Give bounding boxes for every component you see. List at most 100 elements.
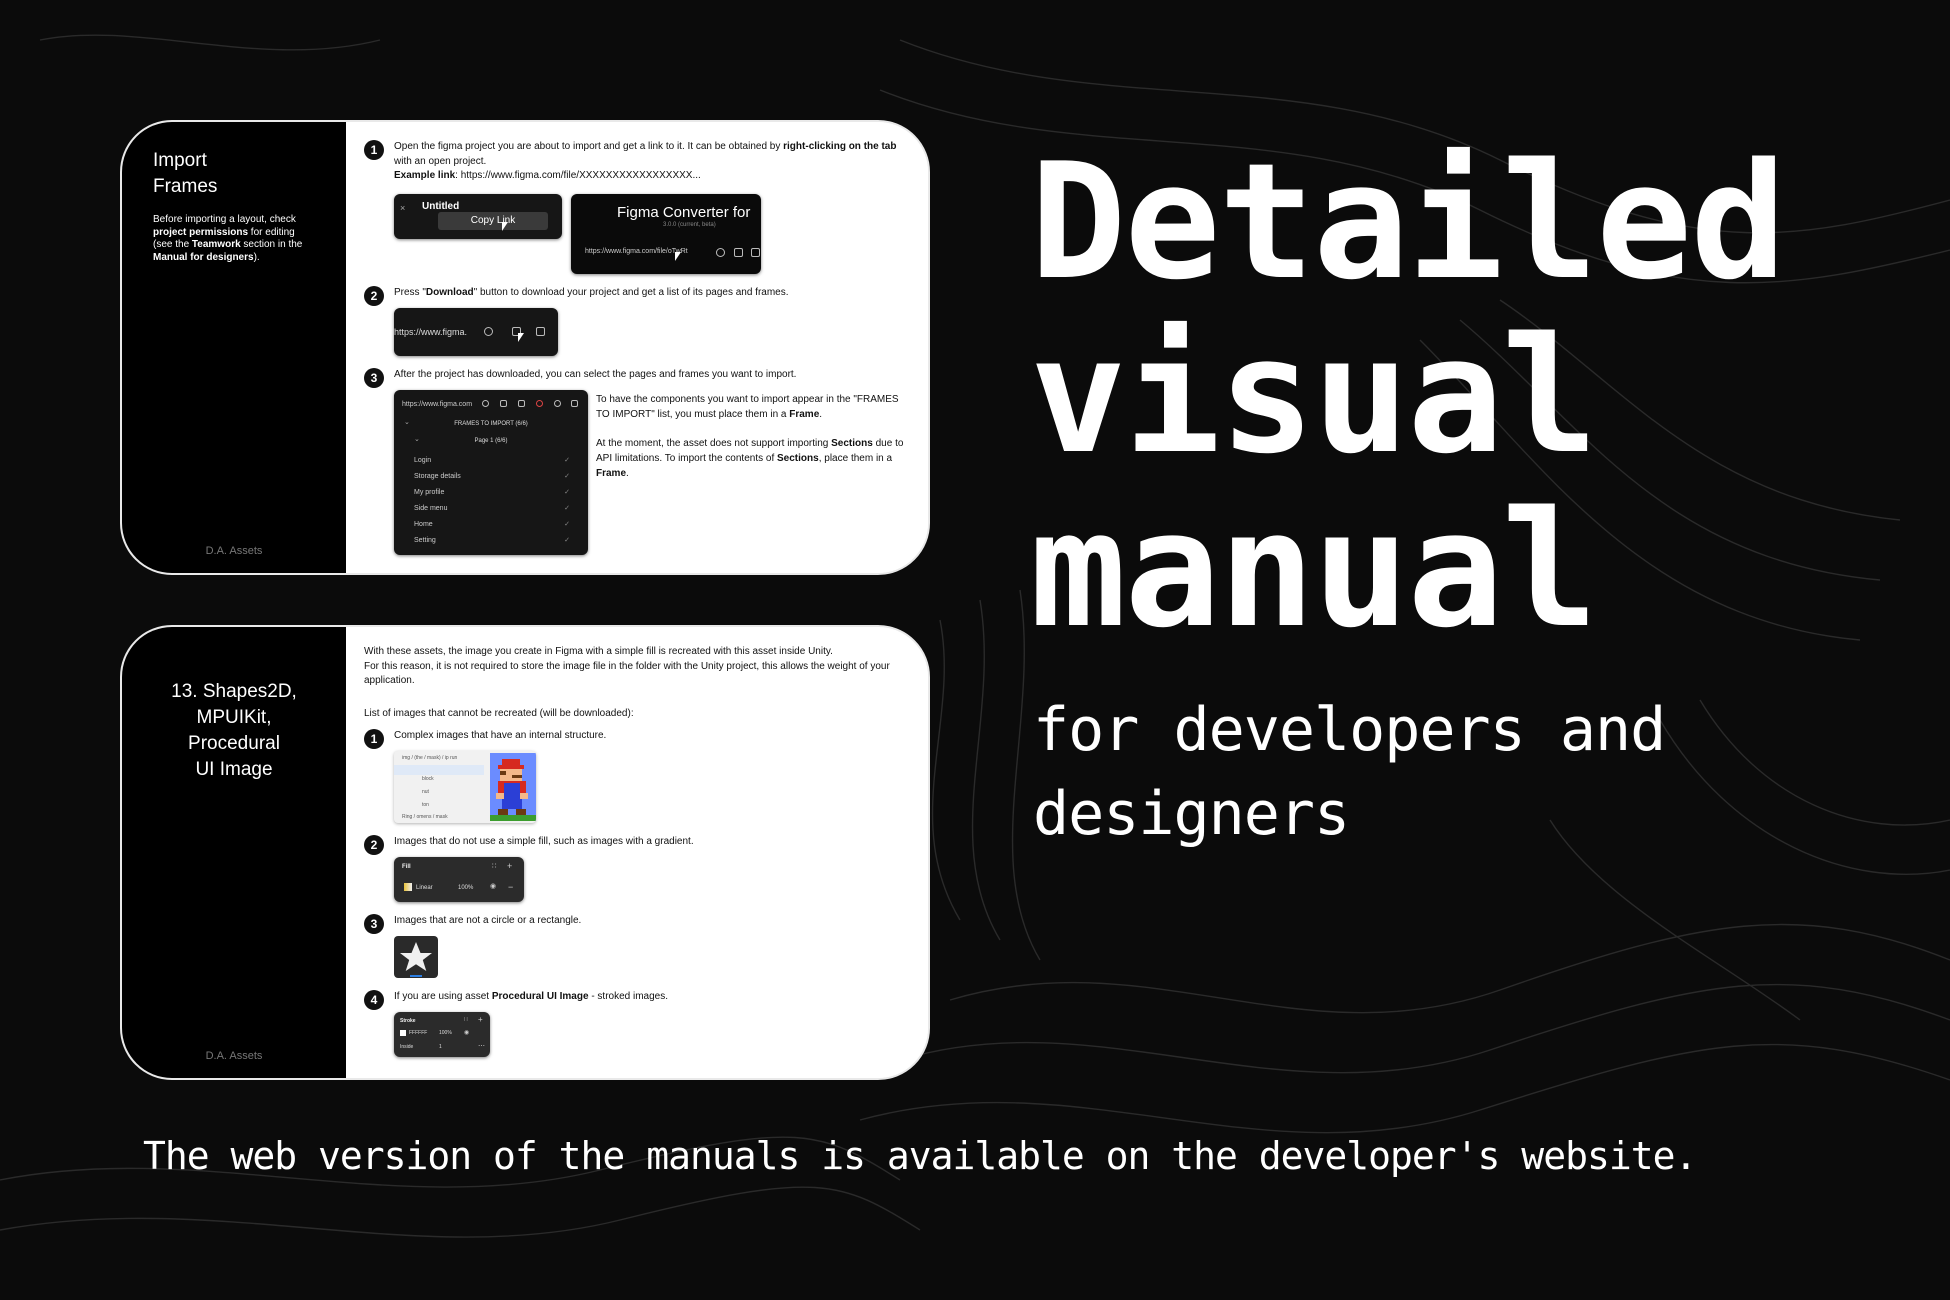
copy-link-menu-item[interactable]: Copy Link	[438, 212, 548, 230]
download-icon[interactable]	[734, 248, 743, 257]
frame-list-item[interactable]: Side menu	[414, 504, 447, 514]
remove-icon[interactable]: −	[508, 881, 513, 894]
example-label: Example link	[394, 170, 456, 181]
frame-list-item[interactable]: Home	[414, 520, 433, 530]
clock-icon[interactable]	[482, 400, 489, 407]
frame-list-item[interactable]: My profile	[414, 488, 444, 498]
note-bold: Teamwork	[191, 239, 241, 250]
sidebar-footer: D.A. Assets	[205, 545, 263, 557]
checkbox-icon[interactable]: ✓	[564, 472, 570, 482]
note-text: for editing	[248, 226, 295, 238]
frame-list-item[interactable]: Login	[414, 456, 431, 466]
title-line: Procedural	[188, 733, 280, 755]
note-text: (see the	[153, 239, 192, 250]
layer-item: block	[422, 776, 434, 782]
item-1-text: Complex images that have an internal str…	[394, 730, 607, 741]
card-content: With these assets, the image you create …	[346, 627, 928, 1078]
page-header: Page 1 (6/6)	[474, 438, 508, 444]
more-icon[interactable]: ⋯	[478, 1042, 485, 1052]
title-line: Import	[153, 150, 207, 171]
gradient-swatch-icon[interactable]	[404, 883, 412, 891]
import-icon[interactable]	[751, 248, 760, 257]
stroke-panel-screenshot: Stroke ∷ + FFFFFF 100% ◉ Inside 1 ⋯	[394, 1012, 490, 1057]
url-field[interactable]: https://www.figma.	[394, 326, 467, 339]
manual-card-import-frames[interactable]: Import Frames Before importing a layout,…	[120, 120, 930, 575]
sidebar-title: Import Frames	[153, 148, 217, 200]
frame-list-item[interactable]: Storage details	[414, 472, 461, 482]
stroke-width[interactable]: 1	[439, 1044, 442, 1051]
note-text: At the moment, the asset does not suppor…	[596, 438, 832, 449]
add-icon[interactable]: +	[507, 860, 512, 873]
intro-text: With these assets, the image you create …	[364, 645, 924, 689]
fill-opacity[interactable]: 100%	[458, 884, 473, 893]
converter-window-screenshot: Figma Converter for 3.0.0 (current, beta…	[571, 194, 761, 274]
layer-item: nut	[422, 789, 429, 795]
stroke-opacity[interactable]: 100%	[439, 1030, 452, 1037]
add-icon[interactable]: +	[478, 1014, 483, 1026]
import-icon[interactable]	[518, 400, 525, 407]
item-text: If you are using asset	[394, 991, 492, 1002]
item-4-text: If you are using asset Procedural UI Ima…	[394, 990, 668, 1005]
checkbox-icon[interactable]: ✓	[564, 488, 570, 498]
frames-header: FRAMES TO IMPORT (6/6)	[454, 421, 528, 427]
step-number-2: 2	[364, 835, 384, 855]
checkbox-icon[interactable]: ✓	[564, 536, 570, 546]
step-2-text: Press "Download" button to download your…	[394, 286, 914, 301]
note-text: .	[819, 409, 823, 420]
close-icon: ×	[400, 203, 406, 213]
star-icon	[400, 942, 432, 977]
web-version-note: The web version of the manuals is availa…	[143, 1134, 1697, 1178]
step-bold: right-clicking on the tab	[783, 141, 897, 152]
card-sidebar: 13. Shapes2D, MPUIKit, Procedural UI Ima…	[122, 627, 346, 1078]
note-bold: project permissions	[153, 226, 249, 238]
manual-card-shapes2d[interactable]: 13. Shapes2D, MPUIKit, Procedural UI Ima…	[120, 625, 930, 1080]
step-bold: Download	[425, 287, 474, 298]
step-text: Press "	[394, 287, 426, 298]
open-icon[interactable]	[571, 400, 578, 407]
stroke-color[interactable]: FFFFFF	[409, 1030, 427, 1037]
stop-icon[interactable]	[536, 400, 543, 407]
pixel-art-character-image	[490, 753, 536, 821]
item-bold: Procedural UI Image	[491, 991, 589, 1002]
clock-icon[interactable]	[484, 327, 493, 336]
note-bold: Sections	[831, 438, 873, 449]
step-number-4: 4	[364, 990, 384, 1010]
clock-icon[interactable]	[716, 248, 725, 257]
layers-panel-screenshot: img / (the / mask) / ip run block nut to…	[394, 751, 536, 823]
note-text: Before importing a layout, check	[153, 214, 296, 225]
import-icon[interactable]	[536, 327, 545, 336]
title-line: UI Image	[195, 759, 273, 781]
frame-note: To have the components you want to impor…	[596, 392, 911, 422]
stroke-position[interactable]: Inside	[400, 1044, 413, 1051]
stroke-label: Stroke	[400, 1018, 416, 1024]
intro-line: With these assets, the image you create …	[364, 646, 833, 657]
intro-line: For this reason, it is not required to s…	[364, 660, 890, 687]
grid-icon[interactable]: ∷	[492, 862, 496, 872]
checkbox-icon[interactable]: ✓	[564, 504, 570, 514]
checkbox-icon[interactable]: ✓	[564, 520, 570, 530]
url-field[interactable]: https://www.figma.com	[402, 400, 472, 410]
headline-line: manual	[1030, 476, 1598, 663]
note-text: ).	[253, 251, 260, 263]
title-line: 13. Shapes2D,	[171, 681, 297, 702]
list-title: List of images that cannot be recreated …	[364, 708, 634, 719]
step-number-3: 3	[364, 914, 384, 934]
eye-icon[interactable]: ◉	[464, 1029, 469, 1038]
color-swatch-icon[interactable]	[400, 1030, 406, 1036]
settings-icon[interactable]	[554, 400, 561, 407]
step-number-1: 1	[364, 140, 384, 160]
grid-icon[interactable]: ∷	[464, 1016, 468, 1025]
fill-panel-screenshot: Fill ∷ + Linear 100% ◉ −	[394, 857, 524, 902]
item-text: - stroked images.	[588, 991, 669, 1002]
layer-item: Ring / omens / mask	[402, 814, 448, 820]
note-bold: Manual for designers	[153, 251, 254, 263]
url-field[interactable]: https://www.figma.com/file/oTwRt	[585, 247, 688, 257]
note-text: , place them in a	[818, 453, 893, 464]
fill-type[interactable]: Linear	[416, 884, 433, 893]
frame-list-item[interactable]: Setting	[414, 536, 436, 546]
checkbox-icon[interactable]: ✓	[564, 456, 570, 466]
step-number-3: 3	[364, 368, 384, 388]
download-icon[interactable]	[500, 400, 507, 407]
eye-icon[interactable]: ◉	[490, 882, 496, 892]
download-toolbar-screenshot: https://www.figma.	[394, 308, 558, 356]
